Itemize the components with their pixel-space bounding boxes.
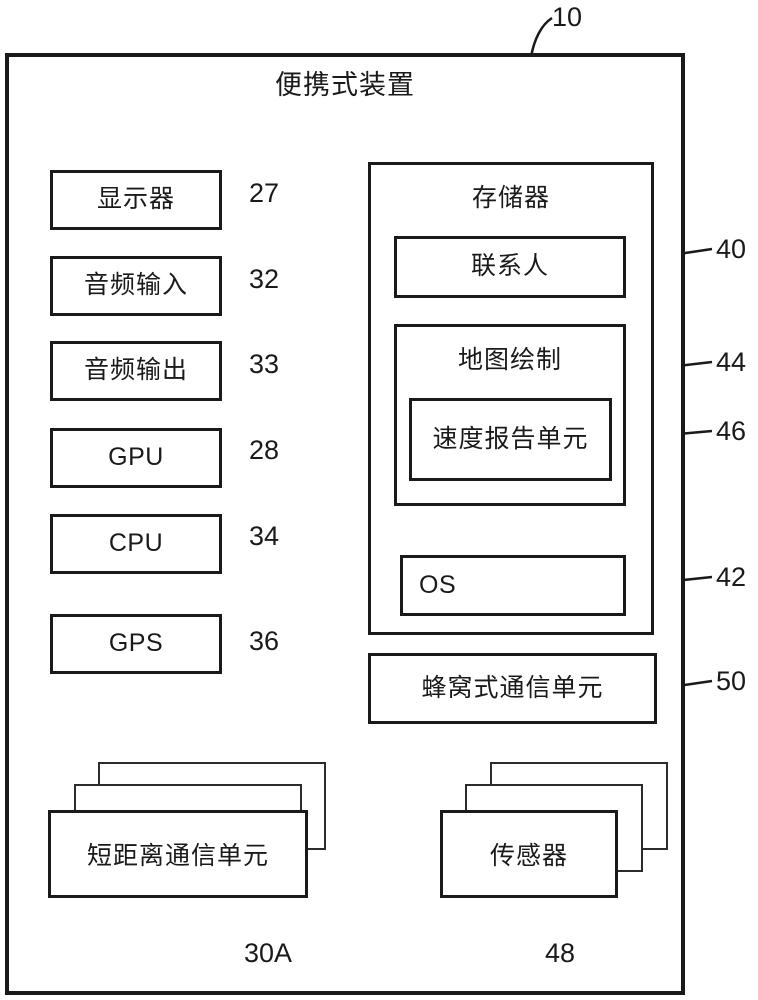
ref-40: 40 (716, 234, 747, 264)
block-cpu-label: CPU (108, 529, 164, 558)
ref-48: 48 (545, 938, 576, 968)
block-memory-label: 存储器 (471, 184, 550, 212)
block-cpu[interactable]: CPU (50, 514, 222, 574)
ref-34: 34 (249, 521, 280, 551)
block-display-label: 显示器 (96, 185, 175, 214)
ref-44: 44 (716, 347, 747, 377)
block-audio-output[interactable]: 音频输出 (50, 341, 222, 401)
block-gps[interactable]: GPS (50, 614, 222, 674)
ref-32: 32 (249, 264, 280, 294)
page-title: 便携式装置 (275, 70, 415, 100)
block-sensor-label: 传感器 (489, 842, 568, 870)
block-audio-input[interactable]: 音频输入 (50, 256, 222, 316)
ref-42: 42 (716, 562, 747, 592)
ref-33: 33 (249, 349, 280, 379)
ref-36: 36 (249, 626, 280, 656)
block-short-range-comm-unit-stack[interactable]: 短距离通信单元 (48, 762, 348, 920)
block-speed-report-unit-label: 速度报告单元 (432, 424, 589, 453)
block-contacts[interactable]: 联系人 (394, 236, 626, 298)
block-cellular-comm-unit[interactable]: 蜂窝式通信单元 (368, 653, 657, 724)
ref-46: 46 (716, 416, 747, 446)
block-short-range-comm-unit[interactable]: 短距离通信单元 (48, 810, 308, 898)
ref-28: 28 (249, 435, 280, 465)
block-cellular-comm-unit-label: 蜂窝式通信单元 (421, 673, 604, 702)
block-display[interactable]: 显示器 (50, 170, 222, 230)
block-short-range-comm-unit-label: 短距离通信单元 (86, 842, 269, 870)
block-sensor[interactable]: 传感器 (440, 810, 618, 898)
block-os[interactable]: OS (400, 555, 626, 616)
ref-27: 27 (249, 178, 280, 208)
figure-canvas: 10 38 便携式装置 显示器 音频输入 音频输出 GPU CPU GPS 27… (0, 0, 758, 1000)
block-audio-output-label: 音频输出 (83, 356, 188, 385)
block-audio-input-label: 音频输入 (83, 271, 188, 300)
block-gpu-label: GPU (108, 443, 164, 472)
block-os-label: OS (419, 570, 457, 599)
block-gpu[interactable]: GPU (50, 428, 222, 488)
block-speed-report-unit[interactable]: 速度报告单元 (409, 398, 612, 481)
ref-30A: 30A (244, 938, 293, 968)
block-sensor-stack[interactable]: 传感器 (440, 762, 680, 920)
ref-10: 10 (552, 2, 583, 32)
block-contacts-label: 联系人 (470, 252, 549, 281)
block-gps-label: GPS (108, 629, 164, 658)
ref-50: 50 (716, 666, 747, 696)
block-mapping-label: 地图绘制 (457, 346, 562, 374)
